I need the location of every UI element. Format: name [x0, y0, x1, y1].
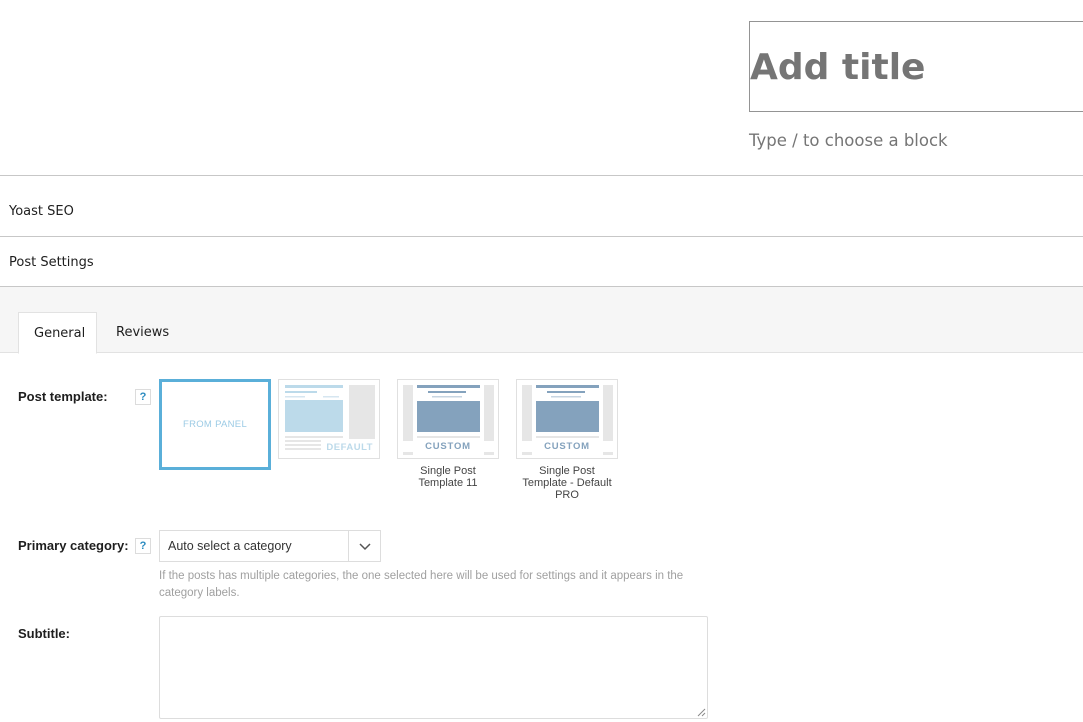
resize-grip-icon[interactable] [697, 708, 706, 717]
primary-category-help-button[interactable]: ? [135, 538, 151, 554]
yoast-seo-label: Yoast SEO [9, 204, 74, 219]
block-appender[interactable]: Type / to choose a block [749, 131, 948, 150]
tab-general[interactable]: General [18, 312, 97, 354]
template-badge-custom: CUSTOM [398, 441, 498, 452]
template-option-single-post-11[interactable]: CUSTOM [397, 379, 499, 459]
editor-canvas: Add title Type / to choose a block [0, 0, 1083, 176]
template-option-default-pro[interactable]: CUSTOM [516, 379, 618, 459]
subtitle-textarea[interactable] [159, 616, 708, 719]
template-badge-custom-pro: CUSTOM [517, 441, 617, 452]
template-badge-from-panel: FROM PANEL [182, 419, 248, 430]
primary-category-selected-value: Auto select a category [168, 539, 292, 553]
post-template-label: Post template: [18, 389, 108, 404]
post-settings-panel: General Reviews Post template: ? FROM PA… [0, 286, 1083, 722]
post-title-placeholder: Add title [750, 47, 926, 88]
template-caption-single-post-11: Single Post Template 11 [418, 465, 478, 489]
template-badge-default: DEFAULT [326, 442, 373, 453]
template-option-default[interactable]: DEFAULT [278, 379, 380, 459]
yoast-seo-metabox-header[interactable]: Yoast SEO [0, 175, 1083, 237]
primary-category-description: If the posts has multiple categories, th… [159, 570, 684, 599]
post-template-help-button[interactable]: ? [135, 389, 151, 405]
post-settings-label: Post Settings [9, 255, 94, 270]
primary-category-select[interactable]: Auto select a category [159, 530, 381, 562]
tab-bar: General Reviews [0, 287, 1083, 354]
primary-category-label: Primary category: [18, 538, 129, 553]
chevron-down-icon [359, 543, 371, 551]
post-title-input[interactable]: Add title [749, 21, 1083, 112]
post-settings-metabox-header[interactable]: Post Settings [0, 236, 1083, 287]
tab-reviews[interactable]: Reviews [101, 312, 184, 354]
template-option-from-panel[interactable]: FROM PANEL [159, 379, 271, 470]
template-caption-default-pro: Single Post Template - Default PRO [522, 465, 612, 501]
subtitle-label: Subtitle: [18, 626, 70, 641]
select-toggle[interactable] [348, 531, 380, 561]
